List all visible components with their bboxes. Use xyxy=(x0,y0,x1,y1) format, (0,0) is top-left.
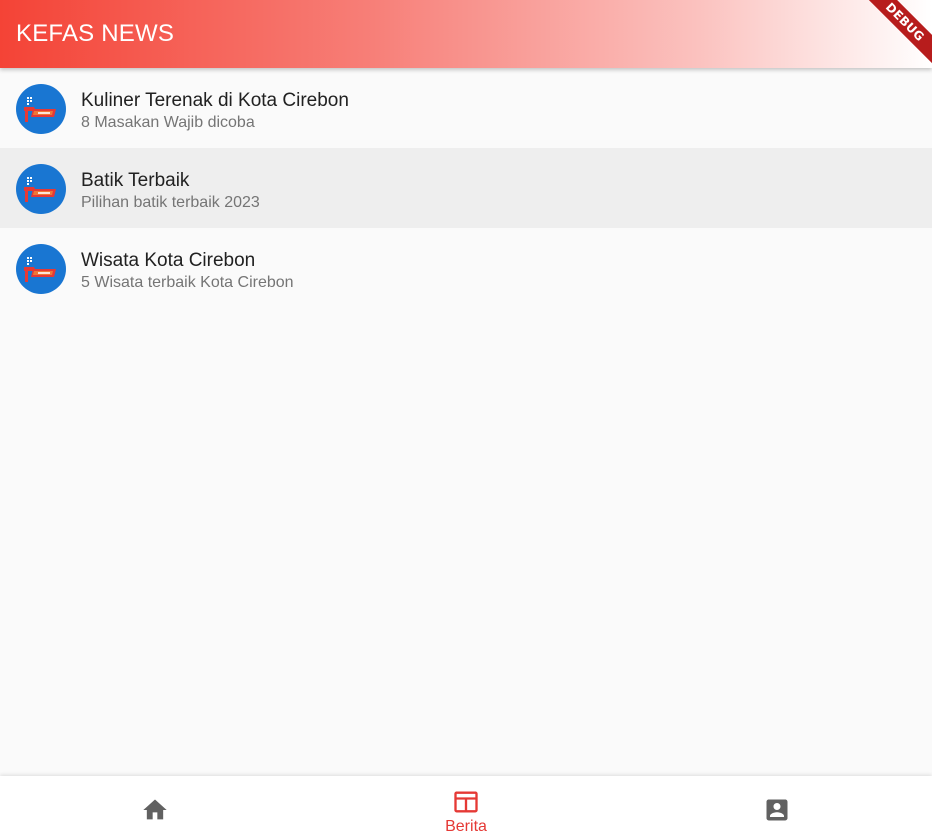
account-box-icon xyxy=(766,799,788,821)
news-item-title: Kuliner Terenak di Kota Cirebon xyxy=(81,90,349,111)
news-item-subtitle: 5 Wisata terbaik Kota Cirebon xyxy=(81,274,294,291)
news-item-subtitle: Pilihan batik terbaik 2023 xyxy=(81,194,260,211)
news-logo-icon xyxy=(16,84,66,134)
app-title: KEFAS NEWS xyxy=(16,20,175,47)
news-logo-icon xyxy=(16,164,66,214)
news-list-item[interactable]: Wisata Kota Cirebon 5 Wisata terbaik Kot… xyxy=(0,228,932,308)
news-item-subtitle: 8 Masakan Wajib dicoba xyxy=(81,114,255,131)
nav-label-berita: Berita xyxy=(445,818,487,835)
nav-item-account[interactable] xyxy=(621,776,932,840)
newspaper-icon xyxy=(454,791,478,813)
bottom-navigation: Berita xyxy=(0,776,932,840)
news-list-item[interactable]: Kuliner Terenak di Kota Cirebon 8 Masaka… xyxy=(0,68,932,148)
app-bar: KEFAS NEWS xyxy=(0,0,932,68)
home-icon xyxy=(143,799,167,820)
news-item-title: Wisata Kota Cirebon xyxy=(81,250,256,271)
news-item-title: Batik Terbaik xyxy=(81,170,190,191)
news-logo-icon xyxy=(16,244,66,294)
app-root: KEFAS NEWS DEBUG Kuliner Terenak di Kota… xyxy=(0,0,932,840)
news-list-item[interactable]: Batik Terbaik Pilihan batik terbaik 2023 xyxy=(0,148,932,228)
news-list: Kuliner Terenak di Kota Cirebon 8 Masaka… xyxy=(0,68,932,308)
nav-item-berita[interactable]: Berita xyxy=(311,776,622,840)
nav-item-home[interactable] xyxy=(0,776,311,840)
